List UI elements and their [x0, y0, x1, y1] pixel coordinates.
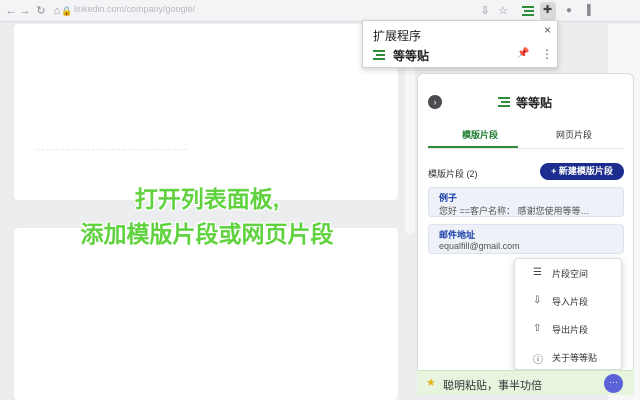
brand-name: 等等贴: [516, 96, 553, 110]
brand-logo-icon: [498, 97, 510, 107]
snippet-item[interactable]: 邮件地址 equalfill@gmail.com: [428, 224, 624, 254]
lock-icon: 🔒: [61, 6, 73, 16]
panel-more-menu: ☰ 片段空间 ⇩ 导入片段 ⇧ 导出片段 ⓘ 关于等等贴: [514, 258, 622, 370]
section-count-label: 模版片段 (2): [428, 169, 478, 179]
back-arrow-icon[interactable]: ←: [4, 4, 18, 18]
pin-icon[interactable]: 📌: [517, 48, 529, 59]
menu-item-export[interactable]: ⇧ 导出片段: [515, 315, 623, 343]
new-template-snippet-button[interactable]: + 新建模版片段: [540, 163, 624, 180]
menu-item-label: 导出片段: [552, 325, 589, 335]
snippet-item[interactable]: 例子 您好 ==客户名称： 感谢您使用等等…: [428, 187, 624, 217]
snippet-title: 例子: [439, 193, 458, 203]
more-options-icon[interactable]: ⋮: [541, 47, 553, 61]
menu-item-label: 导入片段: [552, 297, 589, 307]
export-icon: ⇧: [533, 323, 542, 334]
snippet-preview: 您好 ==客户名称： 感谢您使用等等…: [439, 206, 590, 216]
snippet-preview: equalfill@gmail.com: [439, 241, 520, 251]
menu-item-about[interactable]: ⓘ 关于等等贴: [515, 343, 623, 371]
menu-item-import[interactable]: ⇩ 导入片段: [515, 287, 623, 315]
profile-avatar-icon[interactable]: ●: [562, 4, 576, 18]
menu-item-label: 关于等等贴: [552, 353, 598, 363]
menu-dots-icon[interactable]: ▐: [580, 4, 594, 18]
extensions-popup: 扩展程序 × 等等贴 📌 ⋮: [362, 20, 558, 68]
puzzle-extensions-icon[interactable]: ✚: [540, 2, 556, 20]
download-icon[interactable]: ⇩: [478, 4, 492, 18]
import-icon: ⇩: [533, 295, 542, 306]
page-card-bottom: [14, 228, 398, 400]
menu-item-snippet-space[interactable]: ☰ 片段空间: [515, 259, 623, 287]
browser-toolbar: ← → ↻ ⌂ 🔒 linkedin.com/company/google/ ⇩…: [0, 0, 640, 22]
reload-icon[interactable]: ↻: [34, 4, 48, 18]
tab-divider: [428, 148, 624, 149]
dengdengtie-logo-icon: [373, 50, 385, 60]
page-card-top: [14, 24, 398, 200]
star-icon: ★: [426, 377, 436, 389]
extension-name[interactable]: 等等贴: [393, 47, 429, 64]
menu-item-label: 片段空间: [552, 269, 589, 279]
promo-caption-line1: 打开列表面板,: [134, 186, 280, 212]
promo-caption-line2: 添加模版片段或网页片段: [80, 221, 334, 247]
panel-footer: ★ 聪明粘贴，事半功倍 ···: [417, 370, 634, 395]
bookmark-star-icon[interactable]: ☆: [496, 4, 510, 18]
tab-webpage-snippets[interactable]: 网页片段: [556, 128, 592, 141]
close-icon[interactable]: ×: [544, 23, 551, 37]
dengdengtie-extension-icon[interactable]: [518, 2, 538, 20]
more-menu-button[interactable]: ···: [604, 374, 623, 393]
footer-slogan: 聪明粘贴，事半功倍: [443, 380, 542, 392]
sliders-icon: ☰: [533, 267, 542, 278]
forward-arrow-icon[interactable]: →: [18, 4, 32, 18]
address-bar[interactable]: linkedin.com/company/google/: [74, 4, 195, 14]
extensions-popup-title: 扩展程序: [373, 29, 422, 43]
snippet-title: 邮件地址: [439, 230, 476, 240]
tab-template-snippets[interactable]: 模版片段: [462, 128, 498, 141]
collapse-arrow-icon[interactable]: ›: [428, 95, 442, 109]
info-icon: ⓘ: [533, 355, 543, 366]
